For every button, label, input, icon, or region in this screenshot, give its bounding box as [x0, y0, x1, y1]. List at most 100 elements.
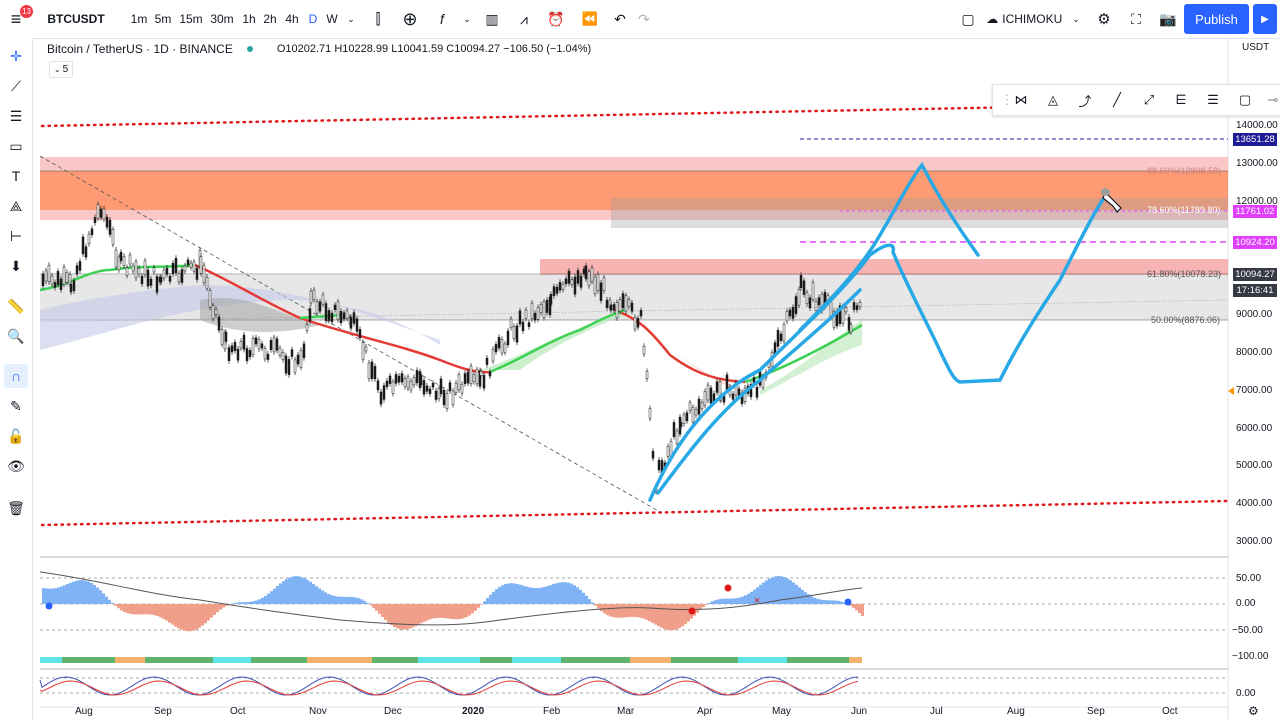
osc-bar: [771, 577, 774, 604]
osc-bar: [858, 604, 861, 614]
alert-icon[interactable]: ⏰: [544, 0, 568, 38]
osc-bar: [705, 604, 708, 605]
candle-body: [666, 446, 670, 457]
xabcd-pattern-icon[interactable]: ⋈: [1009, 88, 1033, 112]
fib-label-78: 78.60%(11789.80): [1147, 205, 1221, 215]
magnet-icon[interactable]: ∩: [4, 364, 28, 388]
trash-icon[interactable]: 🗑: [4, 496, 28, 520]
interval-2h[interactable]: 2h: [261, 0, 279, 38]
osc-bar: [387, 604, 390, 623]
horizontal-lines-icon[interactable]: ☰: [4, 104, 28, 128]
publish-button[interactable]: Publish: [1184, 4, 1249, 34]
play-icon[interactable]: ▶: [1253, 4, 1277, 34]
pencil-lock-icon[interactable]: ✎: [4, 394, 28, 418]
candle-body: [260, 343, 264, 349]
zoom-icon[interactable]: 🔍: [4, 324, 28, 348]
fib-fan-icon[interactable]: ⋿: [1169, 88, 1193, 112]
fullscreen-icon[interactable]: ⛶: [1124, 0, 1148, 38]
interval-30m[interactable]: 30m: [207, 0, 237, 38]
indicator-template-button[interactable]: ☁ ICHIMOKU ⌄: [986, 0, 1080, 38]
arrow-down-icon[interactable]: ⬇: [4, 254, 28, 278]
osc-bar: [819, 599, 822, 604]
replay-icon[interactable]: ⏪: [578, 0, 602, 38]
candle-style-icon[interactable]: ⫿: [366, 0, 390, 38]
candle-body: [679, 422, 683, 428]
osc-dot-4: [844, 598, 852, 606]
trend-line-icon[interactable]: ⟋: [4, 74, 28, 98]
osc-bar: [159, 604, 162, 618]
time-tick: Apr: [697, 706, 713, 717]
time-tick: Sep: [1087, 706, 1105, 717]
eye-icon[interactable]: 👁: [4, 454, 28, 478]
undo-icon[interactable]: ↶: [609, 0, 631, 38]
osc-bar: [366, 602, 369, 604]
candle-body: [214, 309, 218, 315]
osc-bar: [132, 604, 135, 615]
candle-body: [364, 346, 368, 352]
text-icon[interactable]: T: [4, 164, 28, 188]
candle-body: [379, 391, 383, 405]
candle-body: [114, 249, 118, 268]
interval-w[interactable]: W: [324, 0, 340, 38]
pattern-icon[interactable]: ⟁: [4, 194, 28, 218]
rectangle-tool-icon[interactable]: ▢: [1233, 88, 1257, 112]
indicators-toggle[interactable]: ⌄ 5: [49, 61, 73, 78]
symbol-description[interactable]: Bitcoin / TetherUS · 1D · BINANCE: [47, 42, 233, 56]
osc-bar: [261, 597, 264, 604]
osc-bar: [273, 588, 276, 604]
redo-icon[interactable]: ↷: [633, 0, 655, 38]
financials-icon[interactable]: ▥: [480, 0, 504, 38]
interval-d[interactable]: D: [306, 0, 320, 38]
chevron-down-icon[interactable]: ⌄: [460, 0, 474, 38]
gear-icon[interactable]: ⚙: [1092, 0, 1116, 38]
interval-15m[interactable]: 15m: [177, 0, 205, 38]
interval-4h[interactable]: 4h: [283, 0, 301, 38]
candle-body: [403, 377, 407, 387]
candle-body: [361, 342, 365, 361]
templates-icon[interactable]: ⩘: [512, 0, 536, 38]
osc-bar: [459, 604, 462, 619]
camera-icon[interactable]: 📷: [1156, 0, 1180, 38]
interval-1m[interactable]: 1m: [128, 0, 150, 38]
candle-body: [162, 269, 166, 279]
trend-color-strip: [40, 657, 862, 663]
candle-body: [558, 282, 562, 291]
osc-bar: [711, 601, 714, 604]
candle-body: [75, 265, 79, 275]
crosshair-icon[interactable]: ✛: [4, 44, 28, 68]
osc-bar: [741, 596, 744, 604]
osc-bar: [333, 595, 336, 604]
osc-bar: [681, 604, 684, 627]
time-tick: Jun: [851, 706, 868, 717]
interval-5m[interactable]: 5m: [152, 0, 174, 38]
rectangle-icon[interactable]: ▭: [4, 134, 28, 158]
osc-bar: [279, 583, 282, 604]
more-icon[interactable]: ⊸: [1261, 88, 1280, 112]
indicators-icon[interactable]: f: [430, 0, 454, 38]
currency-label[interactable]: USDT: [1242, 42, 1269, 53]
candle-body: [612, 304, 616, 311]
osc-bar: [579, 589, 582, 604]
ruler-icon[interactable]: 📏: [4, 294, 28, 318]
measure-icon[interactable]: ⊢: [4, 224, 28, 248]
fib-retracement-icon[interactable]: ☰: [1201, 88, 1225, 112]
compare-plus-icon[interactable]: ⊕: [398, 0, 422, 38]
triangle-pattern-icon[interactable]: ◬: [1041, 88, 1065, 112]
osc-bar: [294, 576, 297, 604]
layout-square-icon[interactable]: ▢: [956, 0, 980, 38]
gear-icon[interactable]: ⚙: [1248, 704, 1259, 718]
path-icon[interactable]: ⤴: [1073, 88, 1097, 112]
osc-bar: [243, 602, 246, 604]
osc-tick: −50.00: [1232, 625, 1263, 636]
osc-bar: [438, 604, 441, 618]
symbol-search[interactable]: BTCUSDT: [46, 0, 106, 38]
interval-1h[interactable]: 1h: [240, 0, 258, 38]
ray-icon[interactable]: ⤢: [1137, 88, 1161, 112]
chevron-down-icon[interactable]: ⌄: [344, 0, 358, 38]
lock-icon[interactable]: 🔓: [4, 424, 28, 448]
line-tool-icon[interactable]: ╱: [1105, 88, 1129, 112]
chevron-down-icon: ⌄: [53, 65, 61, 74]
candle-body: [81, 236, 85, 255]
time-tick: May: [772, 706, 791, 717]
candle-body: [299, 350, 303, 368]
